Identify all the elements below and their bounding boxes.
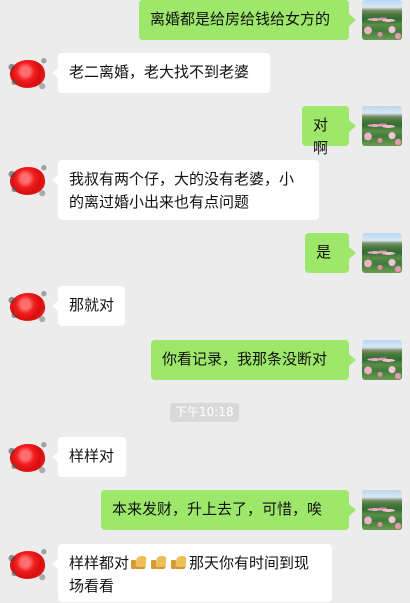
message-bubble[interactable]: 老二离婚，老大找不到老婆 [52,53,270,93]
timestamp-label: 下午10:18 [170,403,239,422]
message-row: 离婚都是给房给钱给女方的 [0,0,410,40]
message-bubble[interactable]: 本来发财，升上去了，可惜，唉 [101,490,356,530]
contact-avatar[interactable] [7,53,47,93]
message-text-start: 样样都对 [69,554,130,572]
contact-avatar[interactable] [7,160,47,200]
self-avatar[interactable] [362,0,402,40]
self-avatar[interactable] [362,490,402,530]
message-bubble[interactable]: 我叔有两个仔，大的没有老婆，小的离过婚小出来也有点问题 [52,160,319,220]
contact-avatar[interactable] [7,544,47,584]
message-bubble[interactable]: 对啊 [302,106,356,157]
message-row: 你看记录，我那条没断对 [0,340,410,380]
self-avatar[interactable] [362,233,402,273]
message-row: 对啊 [0,106,410,157]
self-avatar[interactable] [362,106,402,146]
message-bubble[interactable]: 离婚都是给房给钱给女方的 [139,0,356,40]
message-row: 那就对 [0,286,410,326]
thumbs-up-icon [150,553,168,571]
message-bubble[interactable]: 那就对 [52,286,125,326]
chat-window: 离婚都是给房给钱给女方的 老二离婚，老大找不到老婆 对啊 我叔有两个仔，大的没有… [0,0,410,603]
message-bubble[interactable]: 样样都对 那天你有时间到现场看看 [52,544,332,602]
contact-avatar[interactable] [7,437,47,477]
thumbs-up-icon [130,553,148,571]
message-row: 本来发财，升上去了，可惜，唉 [0,490,410,530]
message-bubble[interactable]: 是 [305,233,356,273]
thumbs-up-icon [170,553,188,571]
message-bubble[interactable]: 你看记录，我那条没断对 [151,340,356,380]
message-row: 我叔有两个仔，大的没有老婆，小的离过婚小出来也有点问题 [0,160,410,220]
contact-avatar[interactable] [7,286,47,326]
message-row: 老二离婚，老大找不到老婆 [0,53,410,93]
self-avatar[interactable] [362,340,402,380]
message-row: 样样对 [0,437,410,477]
message-row: 样样都对 那天你有时间到现场看看 [0,544,410,603]
message-bubble[interactable]: 样样对 [52,437,126,477]
message-row: 是 [0,233,410,273]
